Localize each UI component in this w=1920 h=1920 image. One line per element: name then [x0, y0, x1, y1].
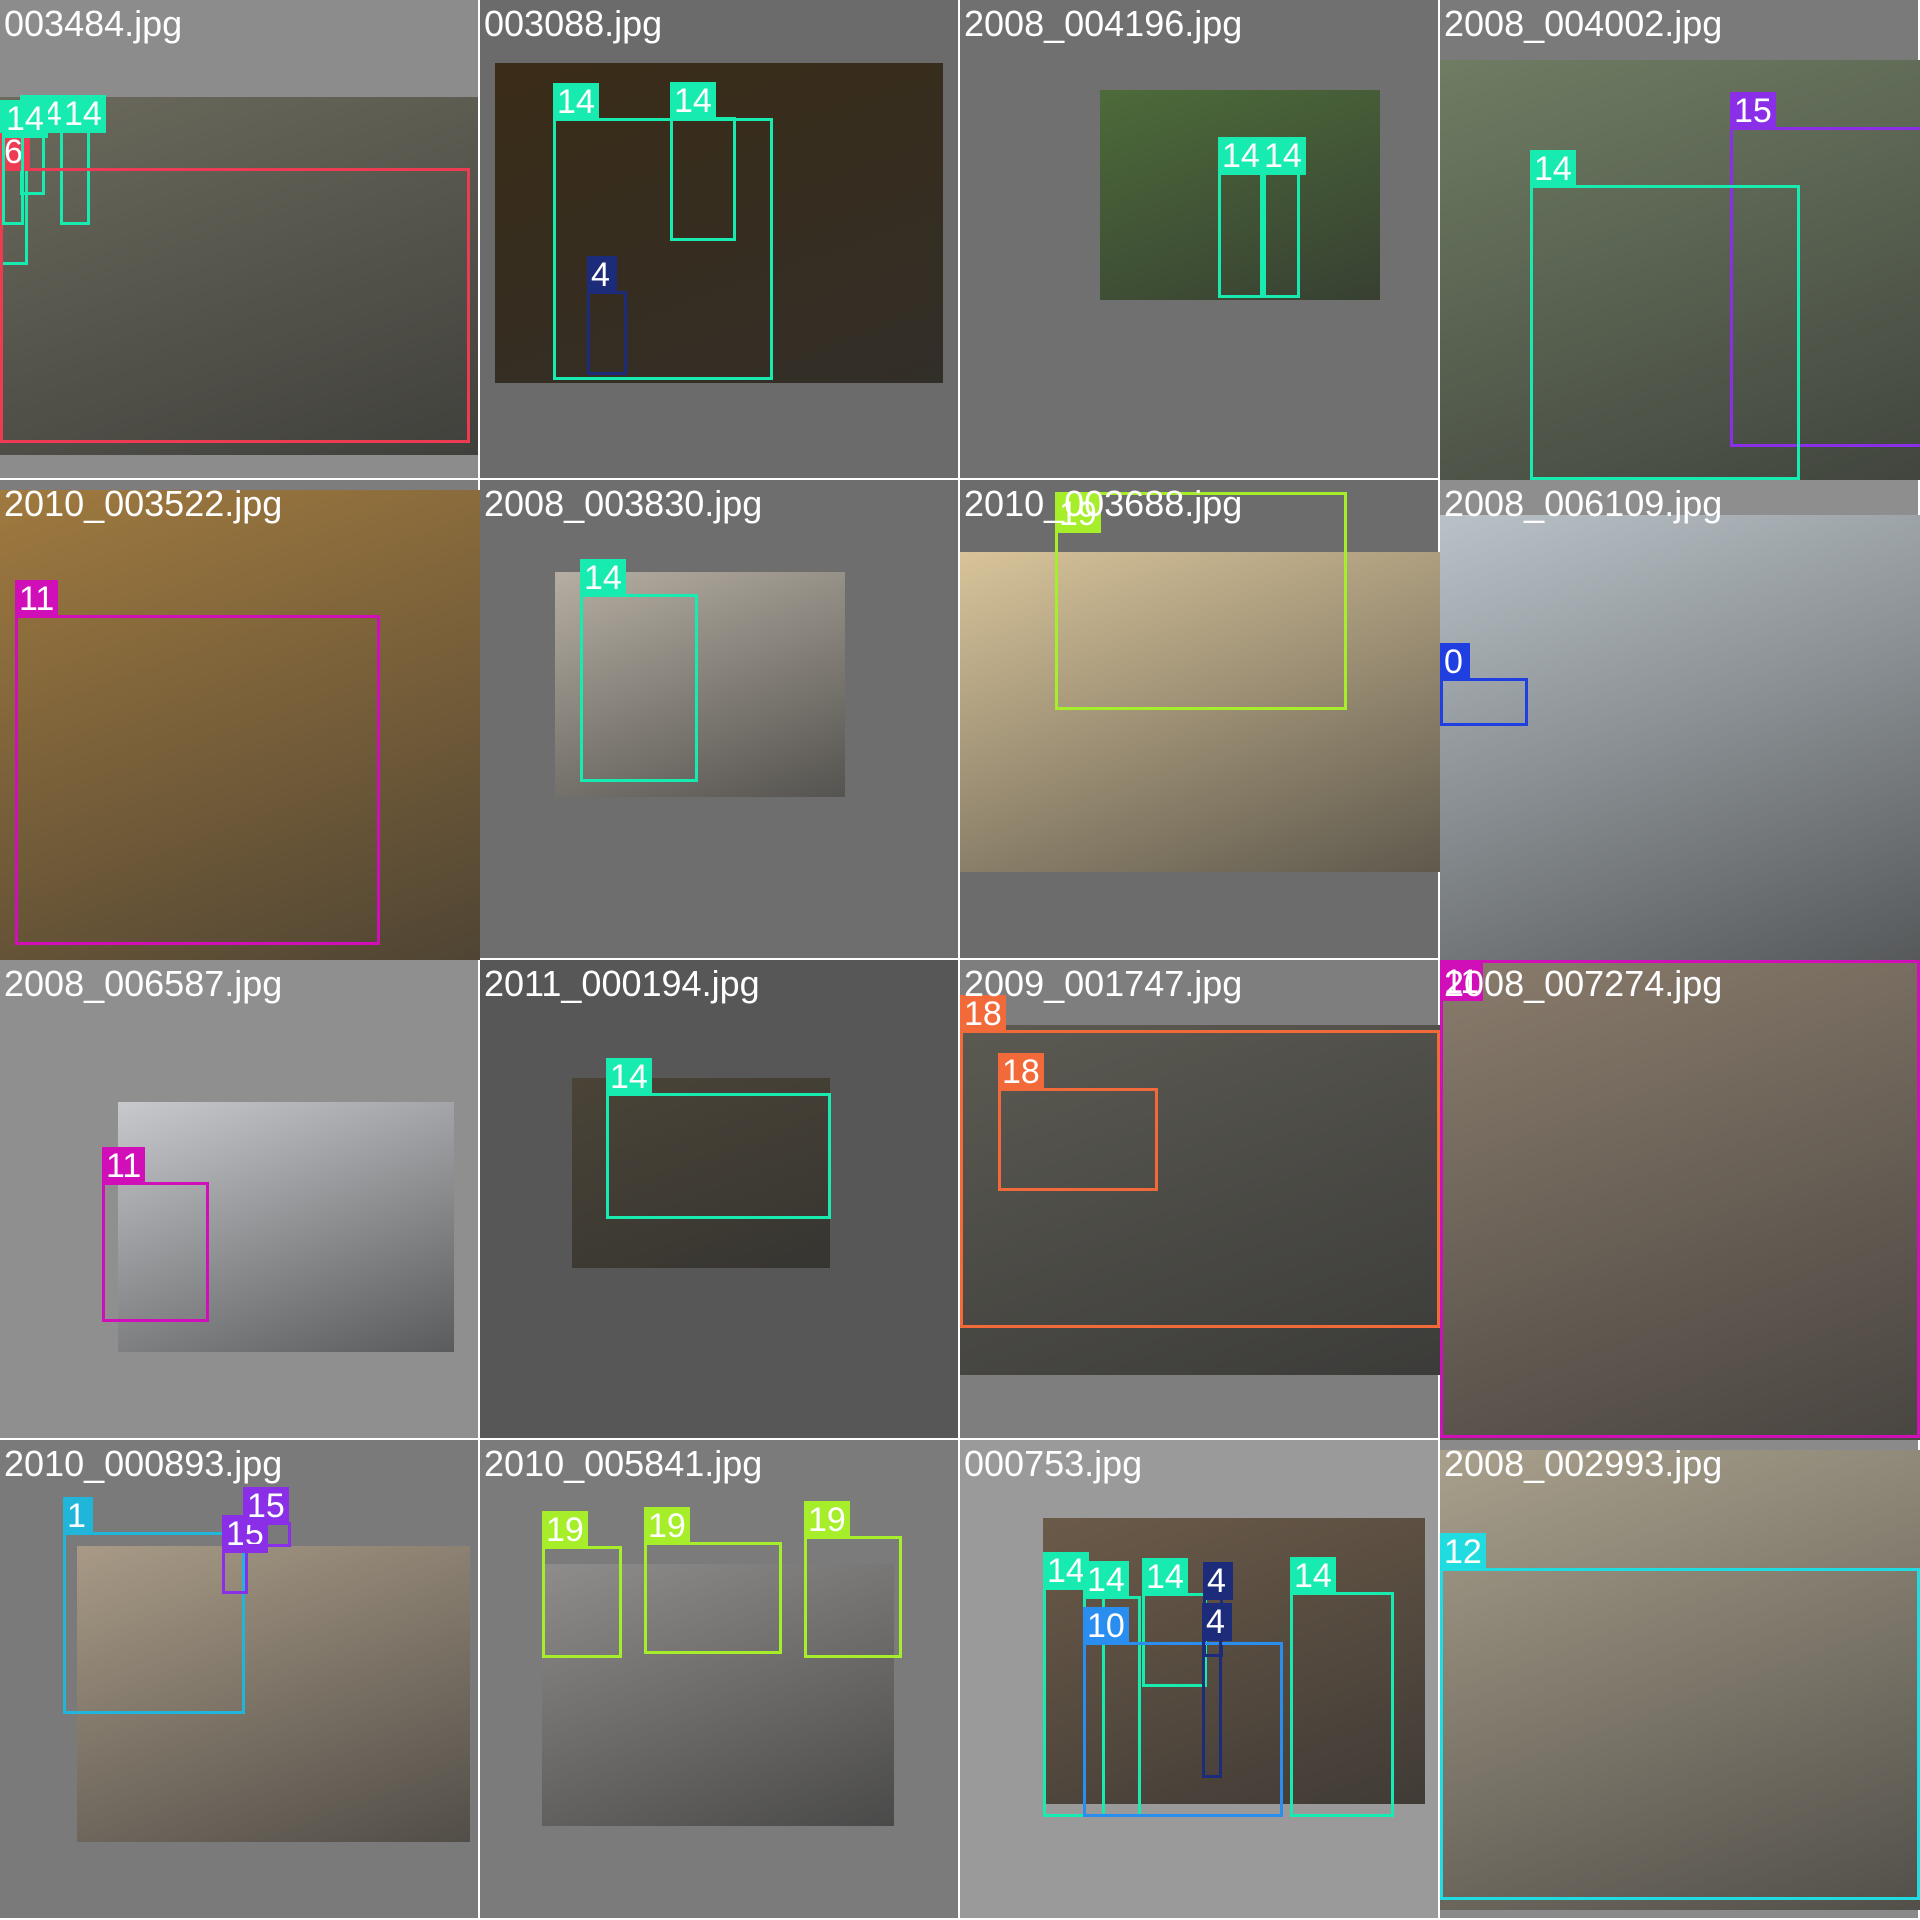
detection-box-person[interactable]: 14: [1530, 150, 1800, 480]
class-label-tag: 14: [1142, 1558, 1188, 1596]
class-label-tag: 14: [670, 82, 716, 120]
detection-box-pottedplant[interactable]: 15: [222, 1515, 268, 1594]
class-label-tag: 14: [553, 83, 599, 121]
detection-box-person[interactable]: 14: [1290, 1557, 1394, 1817]
class-label-tag: 15: [1730, 92, 1776, 130]
tile-filename: 2008_003830.jpg: [484, 483, 763, 524]
detection-box-person[interactable]: 14: [553, 83, 773, 380]
detection-box-person[interactable]: 14: [580, 559, 698, 782]
class-label-tag: 12: [1440, 1533, 1486, 1571]
class-label-tag: 14: [1043, 1552, 1089, 1590]
class-label-tag: 19: [542, 1511, 588, 1549]
class-label-tag: 14: [1218, 137, 1264, 175]
image-tile[interactable]: 003088.jpg 14 14 4: [480, 0, 958, 478]
detection-box-aeroplane[interactable]: 0: [1440, 643, 1528, 726]
image-tile[interactable]: 2010_005841.jpg 19 19 19: [480, 1440, 958, 1918]
class-label-tag: 4: [1203, 1562, 1233, 1600]
class-label-tag: 19: [644, 1507, 690, 1545]
class-label-tag: 19: [804, 1501, 850, 1539]
mosaic-grid: 003484.jpg141414614003088.jpg141442008_0…: [0, 0, 1920, 1920]
class-label-tag: 14: [1083, 1561, 1129, 1599]
image-tile[interactable]: 2008_002993.jpg 12: [1440, 1440, 1920, 1918]
tile-filename: 2008_004196.jpg: [964, 3, 1243, 44]
detection-box-train[interactable]: 18: [998, 1053, 1158, 1191]
detection-box-dog[interactable]: 11: [1440, 960, 1920, 1438]
class-label-tag: 14: [606, 1058, 652, 1096]
image-tile[interactable]: 2008_006587.jpg 11: [0, 960, 478, 1438]
image-tile[interactable]: 2010_000893.jpg 1 15 15: [0, 1440, 478, 1918]
class-label-tag: 4: [587, 256, 617, 294]
detection-box-dog[interactable]: 11: [15, 580, 380, 945]
class-label-tag: 14: [1530, 150, 1576, 188]
detection-box-tvmonitor[interactable]: 19: [644, 1507, 782, 1654]
class-label-tag: 11: [15, 580, 59, 618]
image-tile[interactable]: 2010_003522.jpg 11: [0, 480, 480, 960]
tile-filename: 003484.jpg: [4, 3, 183, 44]
image-tile[interactable]: 2008_006109.jpg 0: [1440, 480, 1920, 960]
tile-filename: 2011_000194.jpg: [484, 963, 760, 1004]
image-tile[interactable]: 2010_003688.jpg 19: [960, 480, 1440, 958]
detection-box-diningtable[interactable]: 10: [1083, 1607, 1283, 1817]
class-label-tag: 14: [60, 95, 106, 133]
image-tile[interactable]: 000753.jpg 14 14 14 4 14 10 4: [960, 1440, 1438, 1918]
detection-box-bicycle[interactable]: 1: [63, 1497, 245, 1714]
detection-box-tvmonitor[interactable]: 19: [1055, 492, 1347, 710]
class-label-tag: 11: [1440, 963, 1484, 1001]
detection-box-tvmonitor[interactable]: 19: [804, 1501, 902, 1658]
detection-box-person[interactable]: 14: [2, 100, 48, 225]
class-label-tag: 14: [2, 100, 48, 138]
class-label-tag: 14: [1290, 1557, 1336, 1595]
class-label-tag: 1: [63, 1497, 93, 1535]
class-label-tag: 11: [102, 1147, 146, 1185]
tile-filename: 003088.jpg: [484, 3, 663, 44]
image-tile[interactable]: 2008_004002.jpg 15 14: [1440, 0, 1920, 480]
image-tile[interactable]: 003484.jpg141414614: [0, 0, 478, 478]
detection-box-person[interactable]: 14: [670, 82, 736, 241]
class-label-tag: 18: [960, 995, 1006, 1033]
class-label-tag: 10: [1083, 1607, 1129, 1645]
detection-box-pottedplant[interactable]: 15: [243, 1487, 291, 1547]
image-tile[interactable]: 2009_001747.jpg 18 18: [960, 960, 1440, 1438]
tile-filename: 000753.jpg: [964, 1443, 1143, 1484]
detection-box-person[interactable]: 14: [606, 1058, 831, 1219]
tile-filename: 2008_004002.jpg: [1444, 3, 1723, 44]
detection-box-person[interactable]: 14: [1260, 137, 1306, 298]
image-tile[interactable]: 2008_003830.jpg 14: [480, 480, 958, 958]
tile-filename: 2008_006587.jpg: [4, 963, 283, 1004]
detection-box-bottle[interactable]: 4: [587, 256, 627, 375]
class-label-tag: 15: [243, 1487, 289, 1525]
airplane-in-sky-photo: [1440, 515, 1920, 960]
image-tile[interactable]: 2011_000194.jpg 14: [480, 960, 958, 1438]
detection-box-car[interactable]: 6: [0, 133, 470, 443]
image-tile[interactable]: 2008_007274.jpg 11: [1440, 960, 1920, 1440]
detection-box-horse[interactable]: 12: [1440, 1533, 1920, 1900]
tile-filename: 2010_000893.jpg: [4, 1443, 283, 1484]
class-label-tag: 4: [1202, 1603, 1232, 1641]
class-label-tag: 14: [1260, 137, 1306, 175]
tile-filename: 2010_005841.jpg: [484, 1443, 763, 1484]
detection-box-person[interactable]: 14: [1218, 137, 1266, 298]
class-label-tag: 18: [998, 1053, 1044, 1091]
detection-box-bottle[interactable]: 4: [1202, 1603, 1232, 1778]
image-tile[interactable]: 2008_004196.jpg 14 14: [960, 0, 1438, 478]
detection-box-tvmonitor[interactable]: 19: [542, 1511, 622, 1658]
class-label-tag: 14: [580, 559, 626, 597]
detection-box-dog[interactable]: 11: [102, 1147, 209, 1322]
class-label-tag: 19: [1055, 495, 1101, 533]
class-label-tag: 0: [1440, 643, 1470, 681]
